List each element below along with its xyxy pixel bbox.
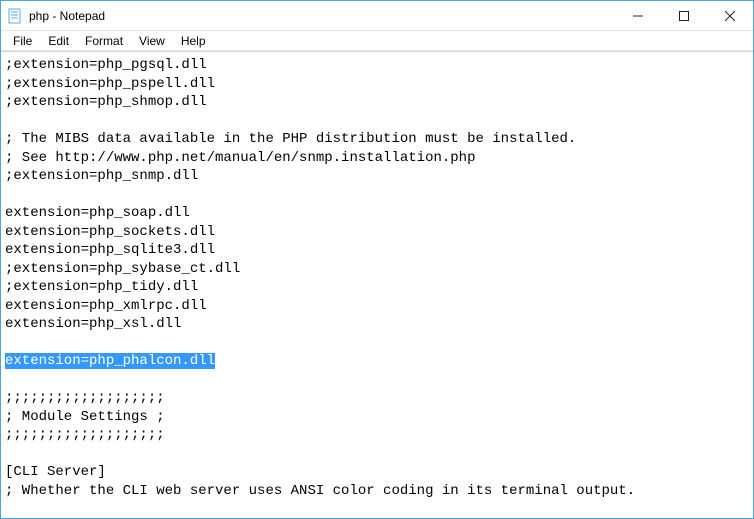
- text-line: extension=php_sockets.dll: [5, 223, 751, 242]
- text-line: ;;;;;;;;;;;;;;;;;;;: [5, 389, 751, 408]
- menu-help[interactable]: Help: [173, 32, 214, 50]
- text-line: ; Whether the CLI web server uses ANSI c…: [5, 482, 751, 501]
- text-line: [5, 445, 751, 464]
- text-line-selected: extension=php_phalcon.dll: [5, 352, 751, 371]
- menu-edit[interactable]: Edit: [40, 32, 77, 50]
- titlebar[interactable]: php - Notepad: [1, 1, 753, 31]
- text-line: ; Module Settings ;: [5, 408, 751, 427]
- text-line: [5, 371, 751, 390]
- text-editor[interactable]: ;extension=php_pgsql.dll;extension=php_p…: [1, 52, 753, 518]
- text-line: extension=php_xsl.dll: [5, 315, 751, 334]
- window-controls: [615, 1, 753, 30]
- text-line: ;extension=php_pspell.dll: [5, 75, 751, 94]
- text-line: ;extension=php_tidy.dll: [5, 278, 751, 297]
- text-line: extension=php_xmlrpc.dll: [5, 297, 751, 316]
- text-line: [5, 334, 751, 353]
- menubar: File Edit Format View Help: [1, 31, 753, 51]
- text-line: extension=php_soap.dll: [5, 204, 751, 223]
- text-line: [5, 112, 751, 131]
- text-line: ;extension=php_pgsql.dll: [5, 56, 751, 75]
- text-line: ;extension=php_shmop.dll: [5, 93, 751, 112]
- text-line: [CLI Server]: [5, 463, 751, 482]
- editor-container: ;extension=php_pgsql.dll;extension=php_p…: [1, 51, 753, 518]
- notepad-icon: [7, 8, 23, 24]
- minimize-button[interactable]: [615, 1, 661, 30]
- menu-file[interactable]: File: [5, 32, 40, 50]
- text-line: ;extension=php_sybase_ct.dll: [5, 260, 751, 279]
- text-line: [5, 500, 753, 518]
- maximize-button[interactable]: [661, 1, 707, 30]
- text-line: ; See http://www.php.net/manual/en/snmp.…: [5, 149, 751, 168]
- close-button[interactable]: [707, 1, 753, 30]
- text-line: extension=php_sqlite3.dll: [5, 241, 751, 260]
- window-title: php - Notepad: [29, 9, 105, 23]
- text-line: ;;;;;;;;;;;;;;;;;;;: [5, 426, 751, 445]
- text-line: [5, 186, 751, 205]
- text-line: ; The MIBS data available in the PHP dis…: [5, 130, 751, 149]
- menu-format[interactable]: Format: [77, 32, 131, 50]
- text-line: ;extension=php_snmp.dll: [5, 167, 751, 186]
- menu-view[interactable]: View: [131, 32, 173, 50]
